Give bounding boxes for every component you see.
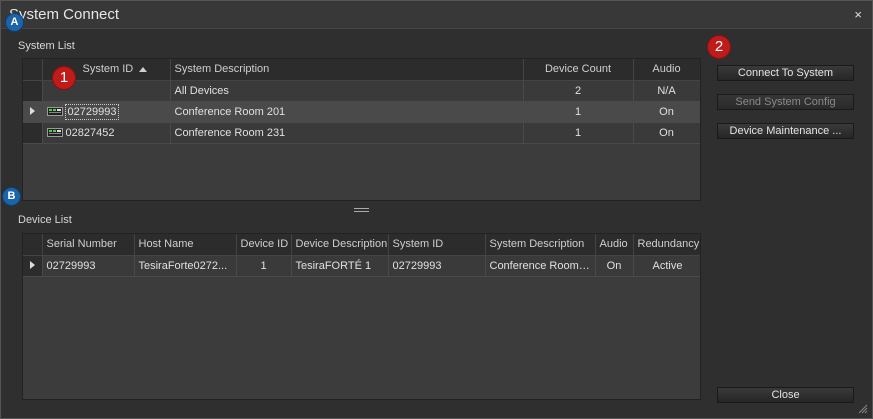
column-label-system-id: System ID <box>82 63 134 76</box>
sort-ascending-icon <box>139 66 148 72</box>
column-header-system-id[interactable]: System ID <box>388 234 486 256</box>
audio-cell: N/A <box>633 80 700 102</box>
column-header-device-count[interactable]: Device Count <box>523 59 634 81</box>
annotation-badge-2: 2 <box>707 35 731 59</box>
column-header-redundancy[interactable]: Redundancy <box>633 234 700 256</box>
audio-cell: On <box>633 101 700 123</box>
column-header-audio[interactable]: Audio <box>633 59 700 81</box>
resize-grip-icon[interactable] <box>858 404 868 414</box>
device-count-cell: 1 <box>523 122 634 144</box>
column-header-system-description[interactable]: System Description <box>170 59 524 81</box>
device-list-label: Device List <box>18 214 72 226</box>
send-system-config-button[interactable]: Send System Config <box>717 94 854 110</box>
device-id-cell: 1 <box>236 255 292 277</box>
row-header[interactable] <box>23 255 43 277</box>
system-description-cell: Conference Room 201 <box>170 101 524 123</box>
device-icon <box>46 128 63 138</box>
window-title: System Connect <box>9 6 120 23</box>
system-list-label: System List <box>18 40 75 52</box>
splitter-handle[interactable] <box>354 208 369 213</box>
host-name-cell: TesiraForte0272... <box>134 255 237 277</box>
system-id-value: 02729993 <box>64 103 120 120</box>
audio-cell: On <box>633 122 700 144</box>
annotation-badge-b: B <box>2 187 21 206</box>
row-pointer-icon <box>29 106 35 115</box>
close-button[interactable]: Close <box>717 387 854 403</box>
system-id-cell: 02827452 <box>42 122 171 144</box>
system-id-cell: 02729993 <box>42 101 171 123</box>
row-header-corner <box>23 59 43 81</box>
column-header-device-description[interactable]: Device Description <box>291 234 389 256</box>
row-header-corner <box>23 234 43 256</box>
system-id-cell: 02729993 <box>388 255 486 277</box>
device-list-grid[interactable]: Serial Number Host Name Device ID Device… <box>22 233 701 400</box>
table-row[interactable]: 02827452 Conference Room 231 1 On <box>23 122 700 144</box>
device-description-cell: TesiraFORTÉ 1 <box>291 255 389 277</box>
row-header[interactable] <box>23 122 43 144</box>
device-icon <box>46 107 63 117</box>
column-header-serial-number[interactable]: Serial Number <box>42 234 135 256</box>
serial-number-cell: 02729993 <box>42 255 135 277</box>
table-row-selected[interactable]: 02729993 Conference Room 201 1 On <box>23 101 700 123</box>
system-description-cell: Conference Room ... <box>485 255 596 277</box>
system-list-grid[interactable]: System ID System Description Device Coun… <box>22 58 701 201</box>
title-bar: System Connect × <box>1 1 872 29</box>
column-header-device-id[interactable]: Device ID <box>236 234 292 256</box>
row-pointer-icon <box>29 260 35 269</box>
column-header-audio[interactable]: Audio <box>595 234 634 256</box>
redundancy-cell: Active <box>633 255 700 277</box>
table-row[interactable]: 02729993 TesiraForte0272... 1 TesiraFORT… <box>23 255 700 277</box>
device-count-cell: 2 <box>523 80 634 102</box>
column-header-system-description[interactable]: System Description <box>485 234 596 256</box>
device-maintenance-button[interactable]: Device Maintenance ... <box>717 123 854 139</box>
annotation-badge-1: 1 <box>52 66 76 90</box>
row-header[interactable] <box>23 80 43 102</box>
connect-to-system-button[interactable]: Connect To System <box>717 65 854 81</box>
device-count-cell: 1 <box>523 101 634 123</box>
close-icon[interactable]: × <box>854 7 862 22</box>
row-header[interactable] <box>23 101 43 123</box>
system-description-cell: All Devices <box>170 80 524 102</box>
column-header-host-name[interactable]: Host Name <box>134 234 237 256</box>
system-id-value: 02827452 <box>65 126 115 139</box>
system-description-cell: Conference Room 231 <box>170 122 524 144</box>
system-connect-window: System Connect × System List System ID S… <box>0 0 873 419</box>
audio-cell: On <box>595 255 634 277</box>
annotation-badge-a: A <box>5 13 24 32</box>
table-row[interactable]: All Devices 2 N/A <box>23 80 700 102</box>
